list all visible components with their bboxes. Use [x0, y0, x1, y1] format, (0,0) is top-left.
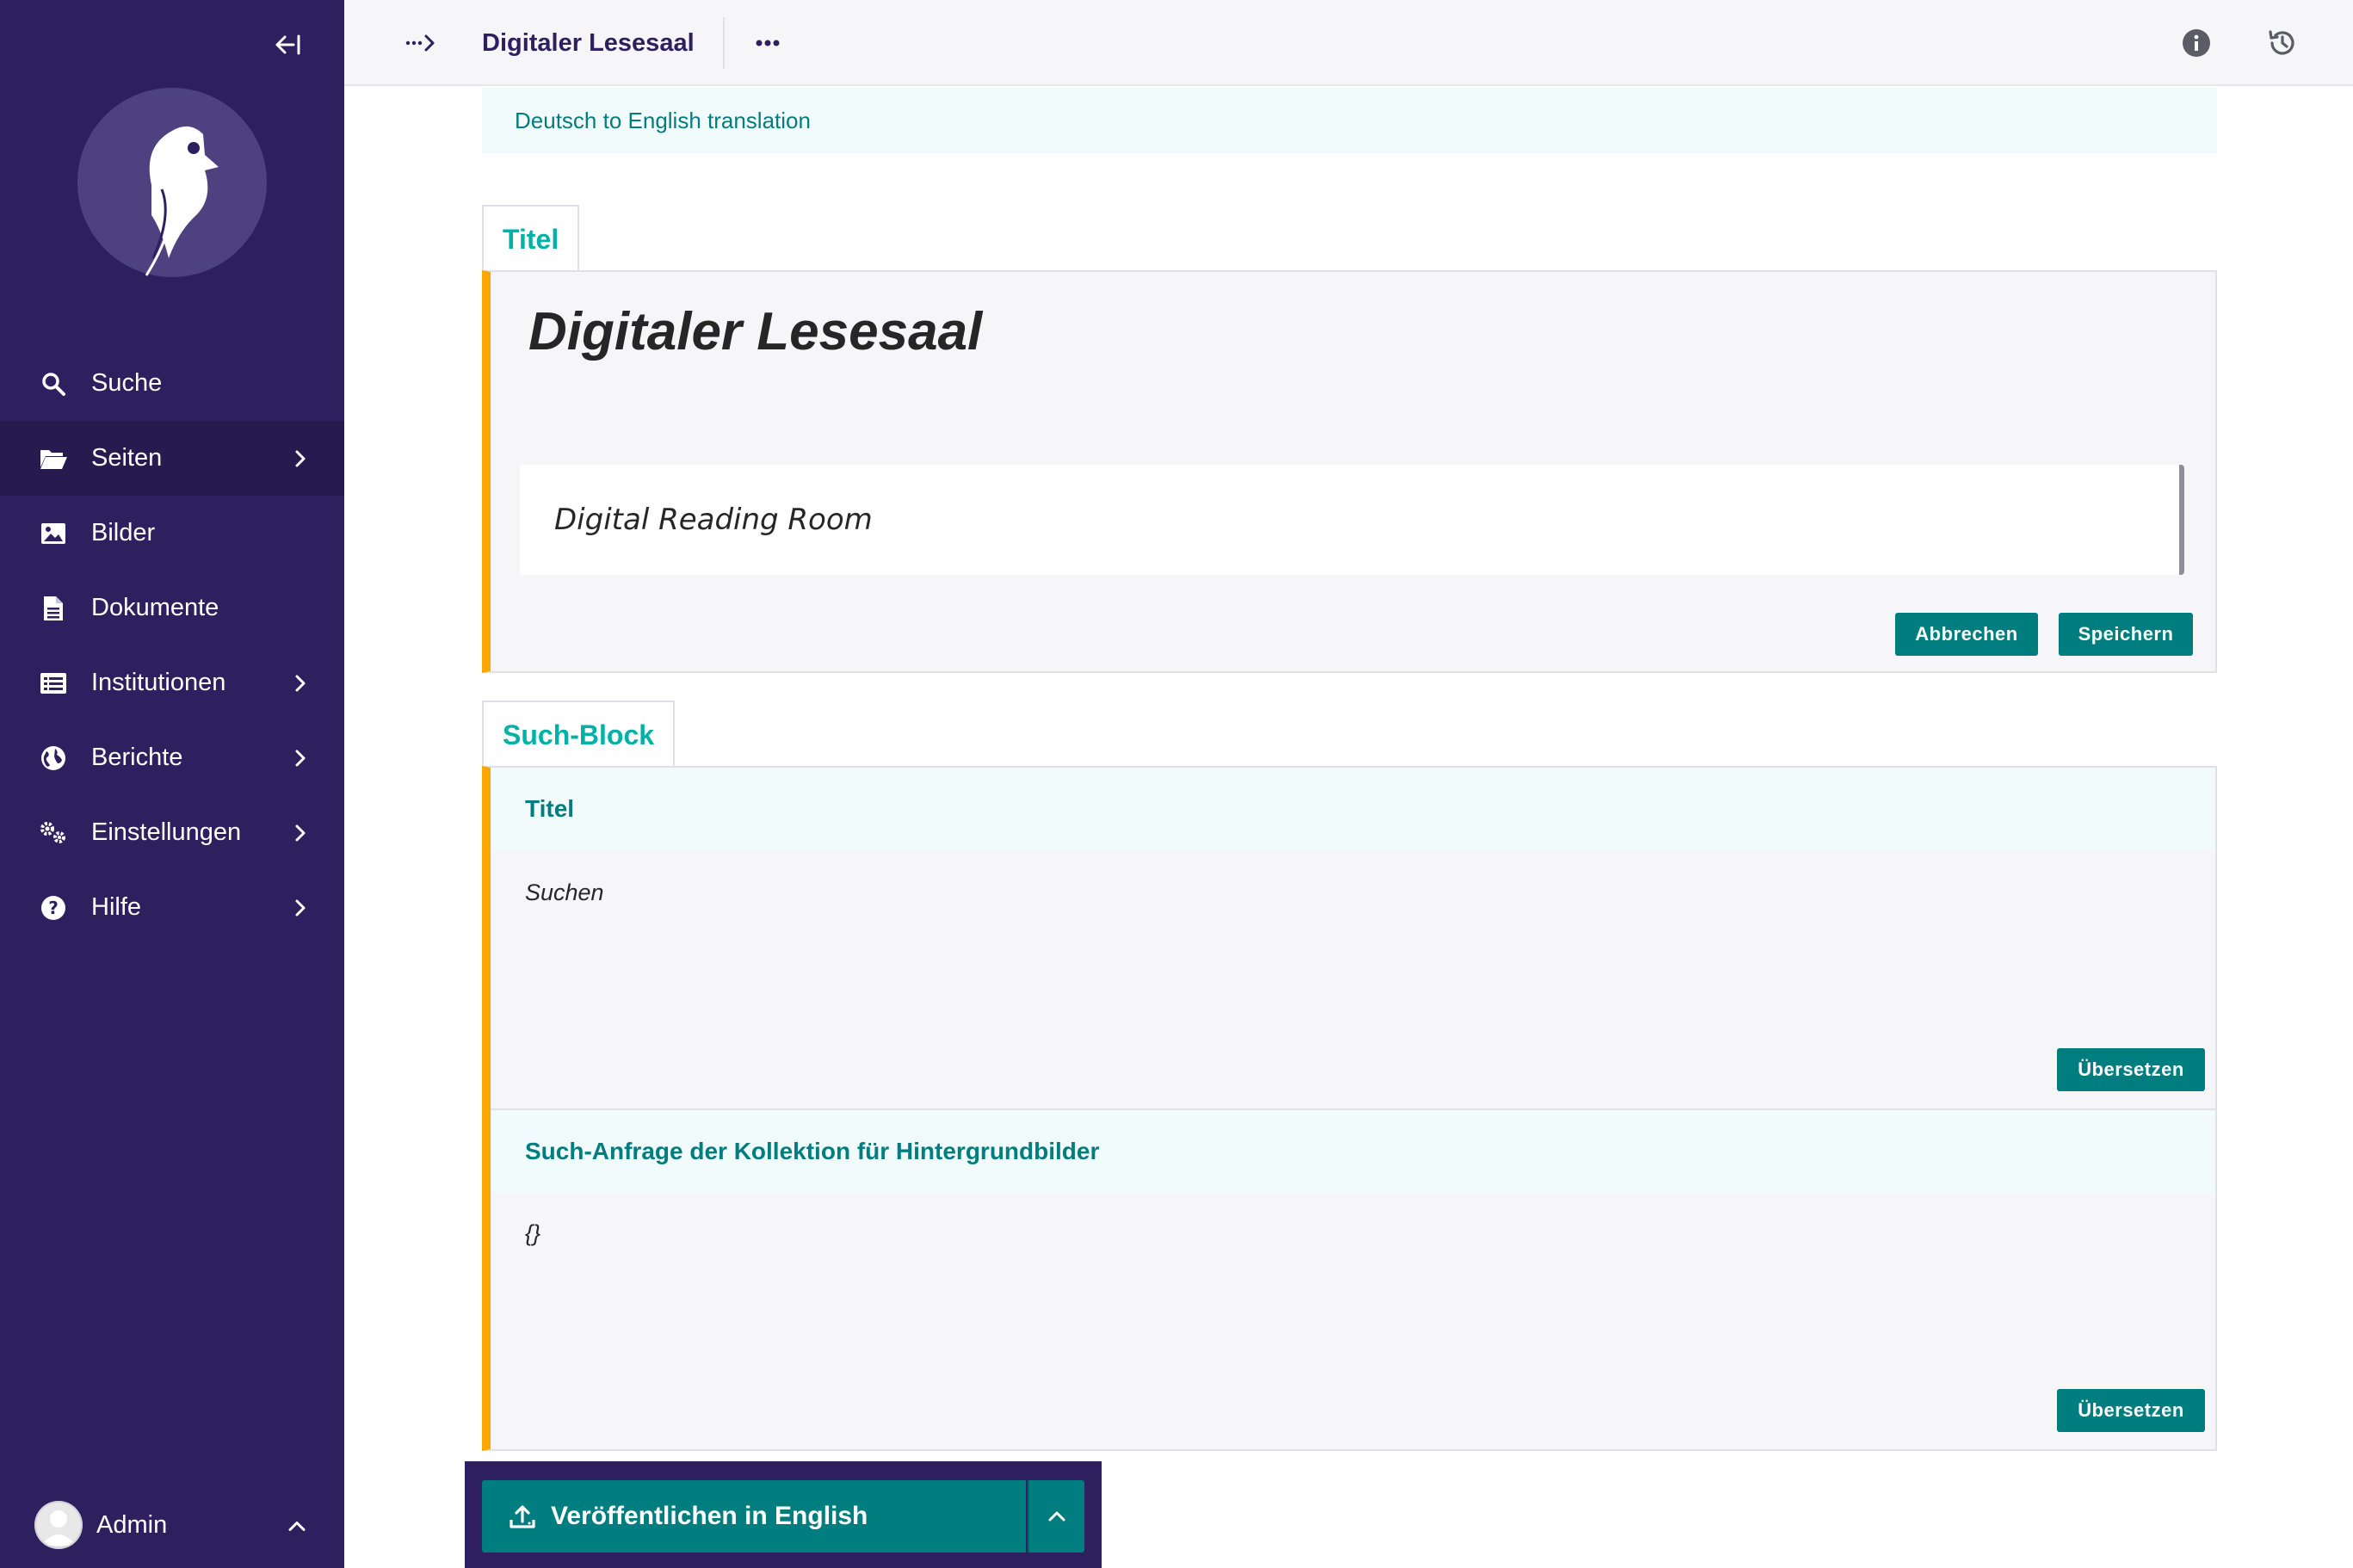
more-dots-icon — [756, 40, 780, 46]
image-icon — [38, 518, 69, 549]
translation-input[interactable]: Digital Reading Room — [520, 465, 2184, 575]
globe-icon — [38, 743, 69, 774]
sidebar-item-label: Seiten — [91, 444, 163, 472]
folder-open-icon — [38, 443, 69, 474]
svg-text:?: ? — [48, 898, 59, 918]
field-label-kollektion-query: Such-Anfrage der Kollektion für Hintergr… — [491, 1110, 2215, 1193]
chevron-right-icon — [291, 898, 310, 917]
publish-label: Veröffentlichen in English — [551, 1502, 868, 1530]
account-name: Admin — [96, 1510, 168, 1539]
translate-button[interactable]: Übersetzen — [2057, 1389, 2205, 1432]
list-icon — [38, 668, 69, 699]
tab-titel[interactable]: Titel — [482, 205, 580, 272]
sidebar-nav: Suche Seiten Bilder Dokumente Institutio… — [0, 346, 344, 945]
sidebar-item-seiten[interactable]: Seiten — [0, 421, 344, 496]
chevron-up-icon — [1048, 1511, 1065, 1522]
translate-button[interactable]: Übersetzen — [2057, 1048, 2205, 1091]
sidebar-item-berichte[interactable]: Berichte — [0, 720, 344, 795]
avatar — [34, 1501, 83, 1549]
history-icon — [2269, 30, 2294, 55]
sidebar: Suche Seiten Bilder Dokumente Institutio… — [0, 0, 344, 1568]
upload-icon — [508, 1502, 537, 1531]
header-divider — [723, 17, 725, 69]
history-button[interactable] — [2263, 24, 2301, 62]
chevron-right-icon — [291, 824, 310, 843]
wagtail-logo[interactable] — [76, 86, 269, 279]
sidebar-item-bilder[interactable]: Bilder — [0, 496, 344, 571]
chevron-right-icon — [291, 749, 310, 768]
bird-logo-icon — [77, 88, 267, 277]
help-icon: ? — [38, 892, 69, 923]
header: Digitaler Lesesaal — [344, 0, 2353, 86]
save-button[interactable]: Speichern — [2059, 613, 2193, 656]
sidebar-item-label: Suche — [91, 369, 163, 397]
page-title: Digitaler Lesesaal — [482, 29, 695, 57]
search-block-panel: Titel Suchen Übersetzen Such-Anfrage der… — [482, 766, 2217, 1451]
sidebar-item-label: Bilder — [91, 519, 156, 546]
sidebar-item-label: Einstellungen — [91, 818, 242, 846]
search-icon — [38, 368, 69, 399]
sidebar-item-einstellungen[interactable]: Einstellungen — [0, 795, 344, 870]
sidebar-item-institutionen[interactable]: Institutionen — [0, 645, 344, 720]
chevron-right-icon — [291, 449, 310, 468]
publish-button[interactable]: Veröffentlichen in English — [482, 1480, 1026, 1553]
sidebar-item-label: Hilfe — [91, 893, 142, 921]
title-panel: Digitaler Lesesaal Digital Reading Room … — [482, 270, 2217, 673]
sidebar-item-label: Dokumente — [91, 594, 219, 621]
sidebar-item-label: Institutionen — [91, 669, 226, 696]
chevron-right-icon — [291, 674, 310, 693]
breadcrumb-expand-icon — [405, 34, 435, 52]
cancel-button[interactable]: Abbrechen — [1895, 613, 2038, 656]
publish-bar: Veröffentlichen in English — [465, 1461, 1102, 1568]
document-icon — [38, 593, 69, 624]
sidebar-item-suche[interactable]: Suche — [0, 346, 344, 421]
locale-banner: Deutsch to English translation — [482, 88, 2217, 153]
collapse-arrow-icon — [275, 34, 300, 55]
account-menu[interactable]: Admin — [0, 1489, 344, 1561]
cogs-icon — [38, 818, 69, 849]
sidebar-item-dokumente[interactable]: Dokumente — [0, 571, 344, 645]
field-value-kollektion-query: {} — [525, 1220, 541, 1246]
chevron-up-icon — [287, 1511, 306, 1540]
collapse-sidebar-button[interactable] — [269, 26, 306, 64]
tab-such-block[interactable]: Such-Block — [482, 701, 676, 768]
info-button[interactable] — [2177, 24, 2215, 62]
sidebar-item-label: Berichte — [91, 744, 183, 771]
sidebar-item-hilfe[interactable]: ? Hilfe — [0, 870, 344, 945]
info-icon — [2183, 29, 2210, 57]
breadcrumb-toggle[interactable] — [403, 26, 441, 60]
field-label-titel: Titel — [491, 768, 2215, 850]
publish-more-actions-button[interactable] — [1028, 1480, 1084, 1553]
source-title: Digitaler Lesesaal — [528, 302, 983, 361]
field-value-titel: Suchen — [525, 880, 604, 905]
page-actions-button[interactable] — [749, 24, 787, 62]
